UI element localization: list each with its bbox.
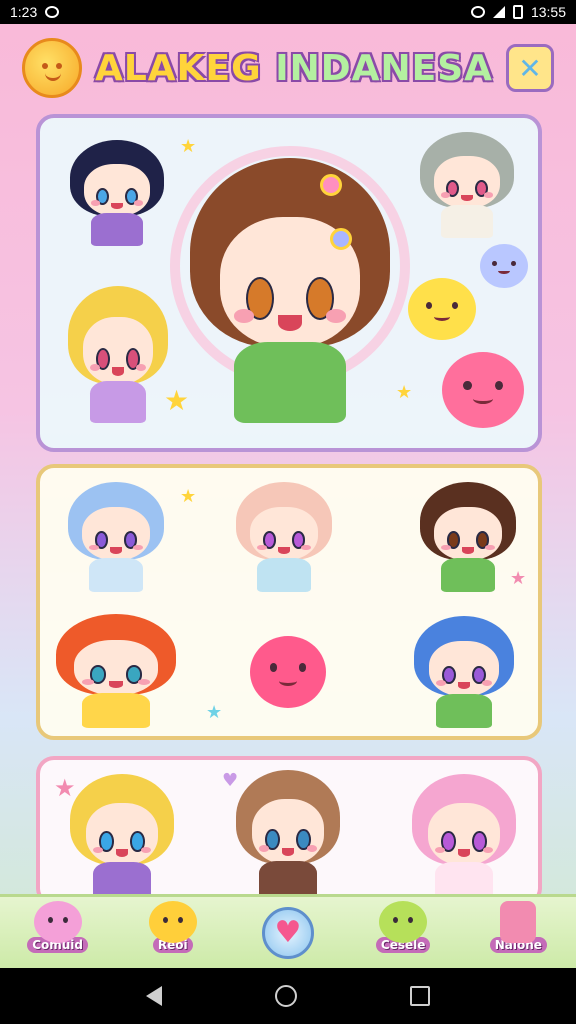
more-panel: ★ ♥ <box>36 756 542 906</box>
nav-item-comuid[interactable]: Comuid <box>22 900 94 965</box>
nav-item-reoi[interactable]: Reoi <box>137 900 209 965</box>
sticker-blonde-girl-2[interactable] <box>70 774 174 902</box>
yellow-blob-icon <box>148 900 197 943</box>
pink-blob-icon <box>33 900 82 943</box>
bottom-nav: Comuid Reoi ♥ Cesele Naione <box>0 894 576 968</box>
sticker-blonde-girl[interactable] <box>68 286 168 426</box>
star-icon: ★ <box>510 568 527 589</box>
heart-icon: ♥ <box>274 915 302 950</box>
status-time-right: 13:55 <box>530 4 566 20</box>
signal-icon <box>492 6 505 18</box>
app-title-part1: ALAKEG <box>94 47 262 89</box>
nav-item-cesele[interactable]: Cesele <box>367 900 439 965</box>
heart-icon: ♥ <box>222 770 239 791</box>
tools-button[interactable]: ✕ <box>506 44 554 92</box>
featured-panel: ★ ★ ★ <box>36 114 542 452</box>
home-icon[interactable] <box>274 985 297 1007</box>
notification-icon <box>45 6 60 18</box>
sticker-red-hair-girl[interactable] <box>56 614 176 730</box>
sticker-pink-hair-girl-2[interactable] <box>412 774 516 902</box>
sticker-dark-hair-girl[interactable] <box>70 140 164 248</box>
status-time-left: 1:23 <box>10 4 38 20</box>
status-bar: 1:23 13:55 <box>0 0 576 24</box>
eye-icon <box>470 6 485 18</box>
sticker-light-brown-boy[interactable] <box>236 770 340 902</box>
app-title: ALAKEG INDANESA <box>92 48 496 89</box>
sticker-grey-hair-girl[interactable] <box>420 132 514 240</box>
pink-fruit-sticker[interactable] <box>250 636 326 708</box>
green-blob-icon <box>379 900 428 943</box>
star-icon: ★ <box>164 384 190 417</box>
collection-panel: ★ ★ ★ <box>36 464 542 740</box>
flower-icon <box>320 174 342 196</box>
sticker-blue-hair-girl-2[interactable] <box>414 616 514 730</box>
star-icon: ★ <box>396 382 413 403</box>
nav-item-favorites[interactable]: ♥ <box>252 901 324 965</box>
pink-fruit-sticker[interactable] <box>442 352 524 428</box>
sticker-pink-hair-girl[interactable] <box>236 482 332 594</box>
system-nav-bar <box>0 968 576 1024</box>
app-header: ALAKEG INDANESA ✕ <box>0 24 576 112</box>
heart-button[interactable]: ♥ <box>261 906 314 959</box>
star-icon: ★ <box>180 136 197 157</box>
sticker-brown-hair-girl[interactable] <box>420 482 516 594</box>
tools-icon: ✕ <box>518 51 542 85</box>
marker-icon <box>500 900 537 943</box>
sticker-main-girl[interactable] <box>190 158 390 428</box>
nav-item-naione[interactable]: Naione <box>482 900 554 965</box>
star-icon: ★ <box>180 486 197 507</box>
blue-blob-sticker[interactable] <box>480 244 528 288</box>
star-icon: ★ <box>54 774 76 802</box>
back-icon[interactable] <box>146 986 163 1006</box>
sticker-blue-hair-girl[interactable] <box>68 482 164 594</box>
sun-icon[interactable] <box>22 38 82 98</box>
star-icon: ★ <box>206 702 223 723</box>
flower-icon <box>330 228 352 250</box>
yellow-blob-sticker[interactable] <box>408 278 476 340</box>
battery-icon <box>512 5 523 19</box>
recent-apps-icon[interactable] <box>409 986 430 1006</box>
app-title-part2: INDANESA <box>275 47 494 89</box>
